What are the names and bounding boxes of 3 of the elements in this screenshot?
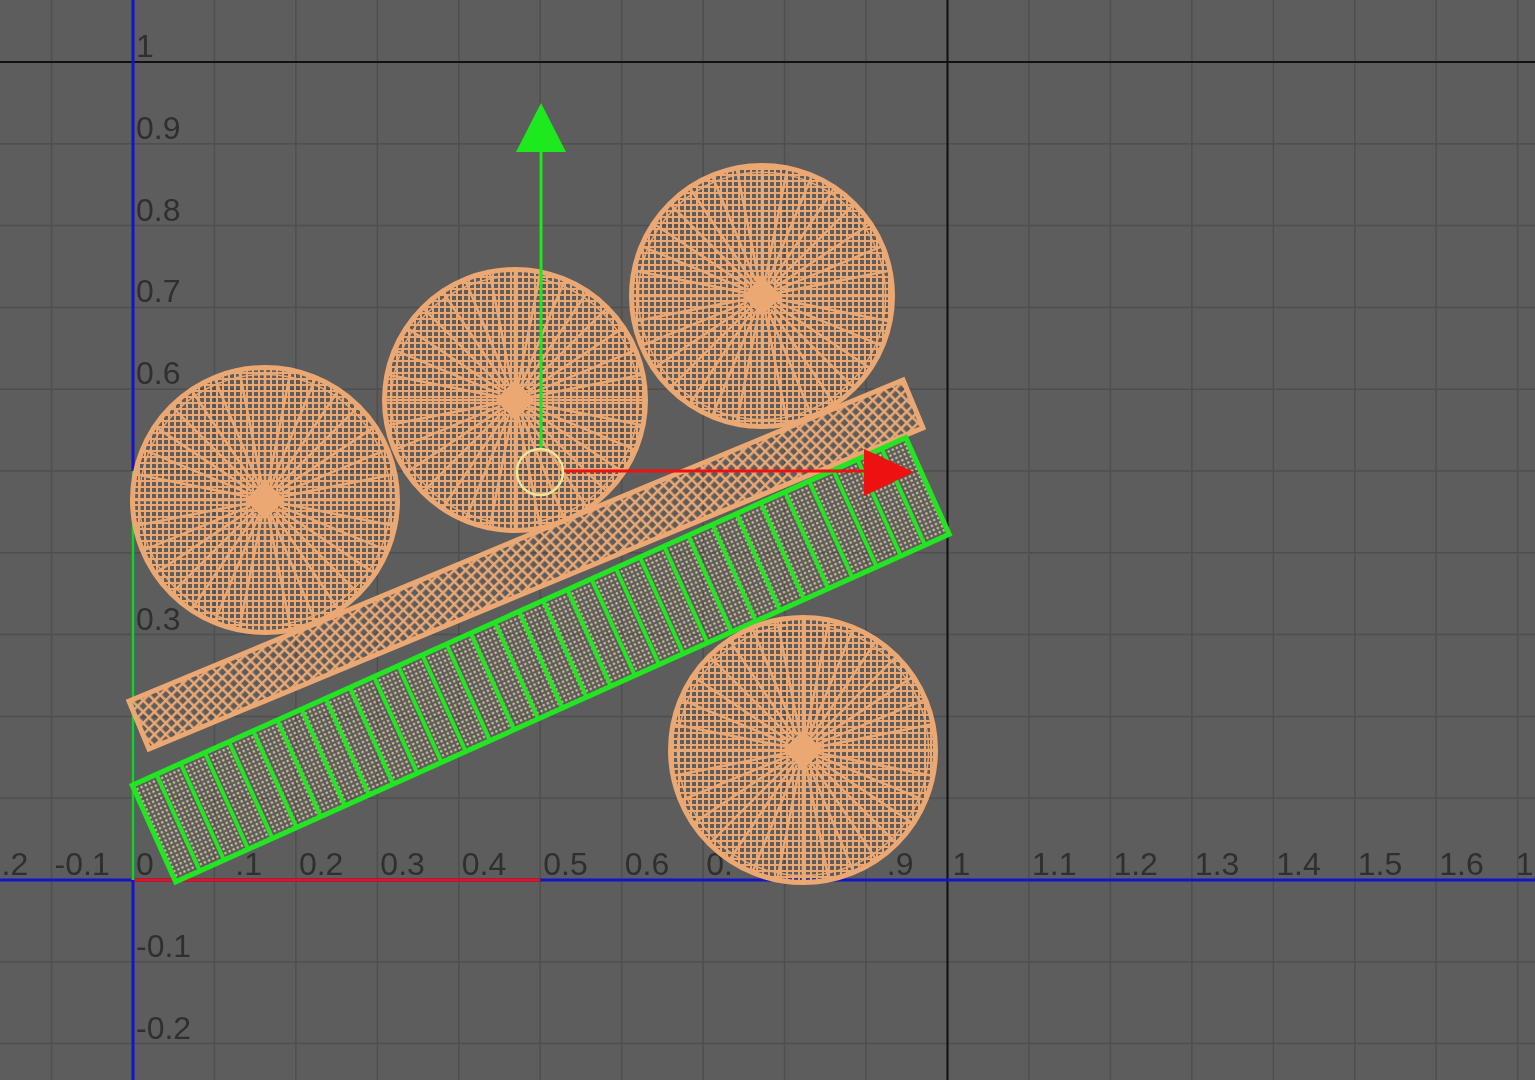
horizontal-move-arrow[interactable]: [564, 449, 914, 496]
pivot-ring[interactable]: [515, 447, 565, 497]
vertical-move-arrow[interactable]: [516, 103, 566, 448]
